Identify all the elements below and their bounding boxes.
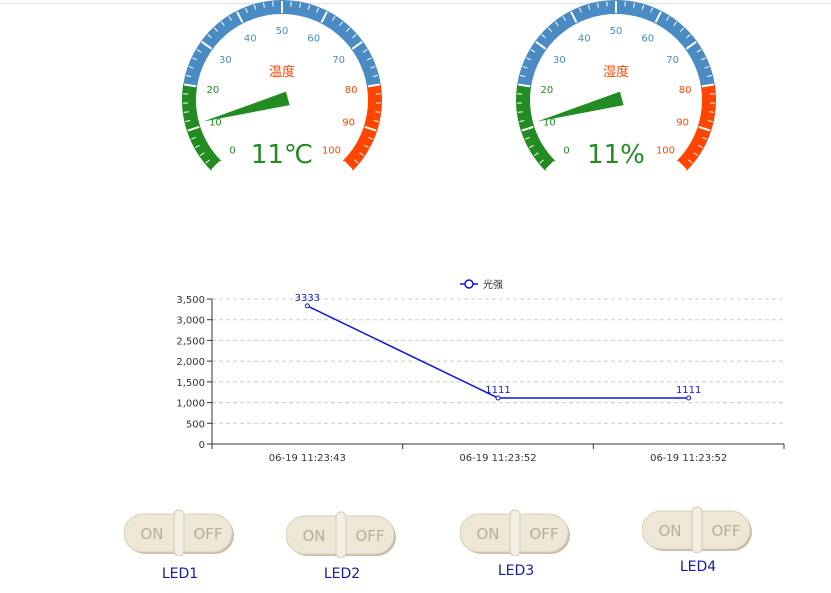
- gauge-tick-label: 80: [679, 85, 692, 96]
- gauge-svg: 0102030405060708090100湿度11%: [516, 0, 716, 171]
- data-label: 1111: [485, 385, 510, 396]
- legend-label[interactable]: 光强: [483, 278, 503, 291]
- light-intensity-chart: 0 500 1,000 1,500 2,000 2,500 3,000 3,500 06-19 …: [0, 262, 831, 472]
- gauge-tick: [183, 111, 189, 113]
- gauge-title: 温度: [269, 64, 295, 80]
- led1-switch[interactable]: ON OFF LED1: [124, 506, 236, 582]
- switch-on-text: ON: [658, 522, 681, 540]
- gauge-tick-label: 100: [656, 145, 675, 156]
- led4-switch[interactable]: ON OFF LED4: [642, 503, 754, 577]
- gauge-svg: 0102030405060708090100温度11℃: [182, 0, 382, 171]
- switch-off-text: OFF: [193, 525, 222, 543]
- data-point: [686, 395, 692, 401]
- switch-on-text: ON: [476, 525, 499, 543]
- y-tick-label: 1,000: [176, 399, 205, 410]
- led2-label: LED2: [323, 566, 361, 582]
- y-tick-label: 2,500: [176, 336, 205, 347]
- toggle-switch-graphic[interactable]: ON OFF: [642, 503, 754, 553]
- toggle-switch-graphic[interactable]: ON OFF: [460, 506, 572, 556]
- legend-marker: [464, 279, 474, 289]
- led1-label: LED1: [161, 566, 199, 582]
- gauge-tick-label: 40: [578, 34, 591, 45]
- gauge-tick-label: 90: [676, 118, 689, 129]
- gauge-value: 11%: [587, 140, 645, 170]
- led3-switch[interactable]: ON OFF LED3: [460, 506, 572, 580]
- gauge-tick-label: 0: [229, 145, 235, 156]
- led4-label: LED4: [679, 559, 717, 575]
- gauge-tick-label: 20: [540, 85, 553, 96]
- data-label: 3333: [295, 293, 320, 304]
- gauge-tick-label: 60: [641, 34, 654, 45]
- y-tick-label: 2,000: [176, 357, 205, 368]
- y-tick-label: 3,000: [176, 316, 205, 327]
- y-tick-label: 0: [199, 440, 205, 451]
- led2-switch[interactable]: ON OFF LED2: [286, 508, 398, 582]
- data-label: 1111: [676, 385, 701, 396]
- switch-on-text: ON: [140, 525, 163, 543]
- gauge-title: 湿度: [603, 64, 629, 80]
- data-point: [304, 303, 310, 309]
- gauge-tick-label: 40: [244, 34, 257, 45]
- data-point: [495, 395, 501, 401]
- y-tick-label: 1,500: [176, 378, 205, 389]
- gauge-pointer: [536, 91, 624, 122]
- gauge-tick-label: 70: [332, 55, 345, 66]
- x-tick-label: 06-19 11:23:52: [650, 453, 727, 464]
- gauge-tick-label: 0: [563, 145, 569, 156]
- humidity-gauge: 0 10 20 30 40 50 60 70 80 90 100 湿度 11%: [496, 0, 736, 200]
- gauge-tick-label: 80: [345, 85, 358, 96]
- gauge-tick: [709, 111, 715, 113]
- gauge-tick: [375, 111, 381, 113]
- y-tick-label: 3,500: [176, 295, 205, 306]
- switch-off-text: OFF: [711, 522, 740, 540]
- gauge-pointer: [202, 91, 290, 122]
- gauge-tick: [517, 111, 523, 113]
- switch-on-text: ON: [302, 527, 325, 545]
- gauge-tick-label: 30: [219, 55, 232, 66]
- chart-svg: 0 500 1,000 1,500 2,000 2,500 3,000 3,500 06-19 …: [176, 278, 785, 464]
- gauge-tick-label: 50: [610, 26, 623, 37]
- gauge-tick-label: 20: [206, 85, 219, 96]
- toggle-switch-graphic[interactable]: ON OFF: [286, 508, 398, 558]
- switch-off-text: OFF: [355, 527, 384, 545]
- switch-off-text: OFF: [529, 525, 558, 543]
- x-tick-label: 06-19 11:23:43: [269, 453, 346, 464]
- gauge-tick-label: 100: [322, 145, 341, 156]
- led3-label: LED3: [497, 563, 535, 579]
- gauge-value: 11℃: [251, 140, 313, 170]
- gauge-tick-label: 70: [666, 55, 679, 66]
- toggle-switch-graphic[interactable]: ON OFF: [124, 506, 236, 556]
- gauge-tick-label: 60: [307, 34, 320, 45]
- gauge-tick-label: 30: [553, 55, 566, 66]
- gauge-tick-label: 90: [342, 118, 355, 129]
- y-tick-label: 500: [186, 419, 205, 430]
- gauge-tick-label: 50: [276, 26, 289, 37]
- temperature-gauge: 0 10 20 30 40 50 60 70 80 90 100 温度 11℃: [162, 0, 402, 200]
- x-tick-label: 06-19 11:23:52: [459, 453, 536, 464]
